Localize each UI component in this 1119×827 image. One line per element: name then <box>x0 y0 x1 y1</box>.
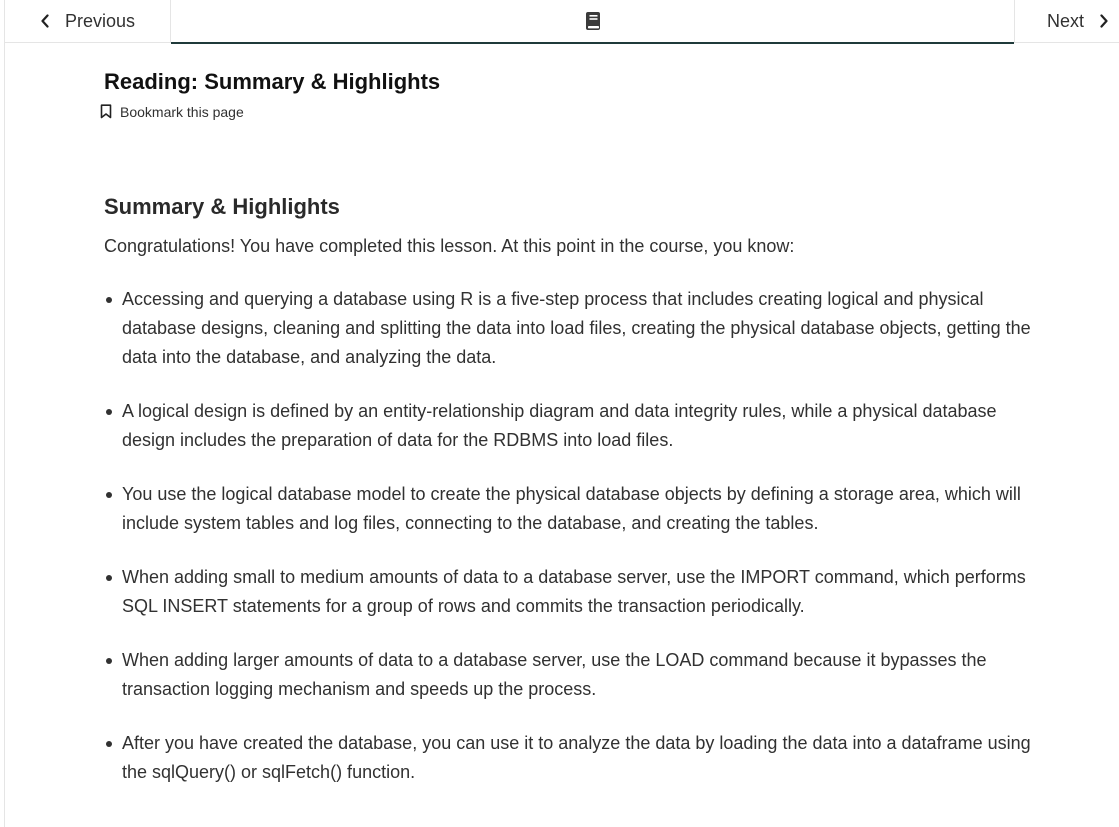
list-item: After you have created the database, you… <box>104 729 1054 787</box>
next-label: Next <box>1047 10 1085 31</box>
highlights-list: Accessing and querying a database using … <box>104 285 1054 787</box>
list-item: Accessing and querying a database using … <box>104 285 1054 372</box>
list-item: You use the logical database model to cr… <box>104 480 1054 538</box>
book-icon <box>585 11 601 31</box>
sequence-navigation: Previous Next <box>5 0 1119 44</box>
unit-content: Reading: Summary & Highlights Bookmark t… <box>100 64 1054 812</box>
bookmark-button[interactable]: Bookmark this page <box>100 104 244 120</box>
bookmark-label: Bookmark this page <box>120 104 244 120</box>
list-item: When adding small to medium amounts of d… <box>104 563 1054 621</box>
list-item: A logical design is defined by an entity… <box>104 397 1054 455</box>
intro-text: Congratulations! You have completed this… <box>104 236 795 256</box>
list-item: When adding larger amounts of data to a … <box>104 646 1054 704</box>
previous-label: Previous <box>65 10 136 31</box>
previous-button[interactable]: Previous <box>5 0 171 43</box>
chevron-right-icon <box>1098 13 1110 29</box>
chevron-left-icon <box>39 13 51 29</box>
section-title: Summary & Highlights <box>104 194 340 219</box>
bookmark-icon <box>100 104 114 120</box>
course-frame: Previous Next Reading: Summary & Highlig… <box>4 0 1119 827</box>
page-title: Reading: Summary & Highlights <box>104 69 441 94</box>
next-button[interactable]: Next <box>1014 0 1119 43</box>
unit-tab-active[interactable] <box>171 0 1014 44</box>
